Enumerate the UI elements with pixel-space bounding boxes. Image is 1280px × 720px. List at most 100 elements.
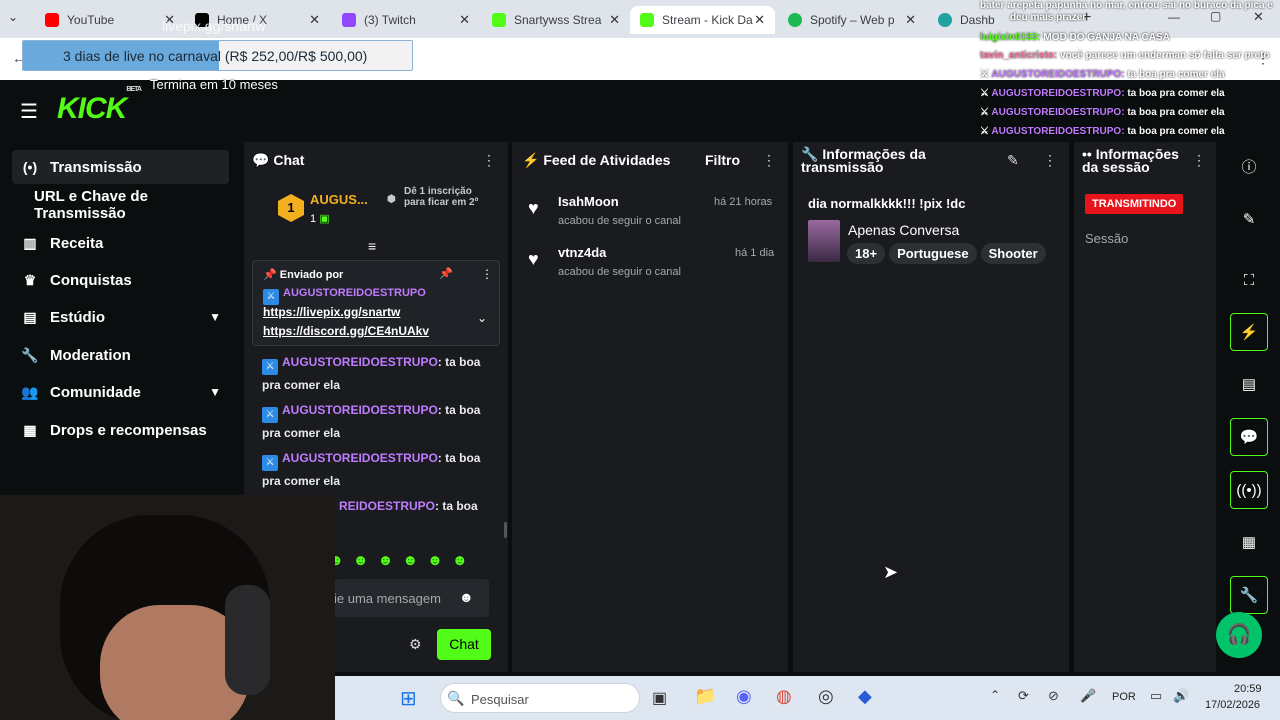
edit-pencil-icon[interactable]: ✎ [1007,152,1019,169]
wrench-icon: 🔧 [21,346,39,363]
nav-comunidade[interactable]: 👥 Comunidade ▼ [12,375,229,409]
chat-settings-gear-icon[interactable]: ⚙ [409,636,422,653]
chevron-down-icon[interactable]: ⌄ [477,311,487,325]
stream-tags: 18+ Portuguese Shooter [847,243,1050,264]
nav-drops[interactable]: ▦ Drops e recompensas [12,413,229,447]
trophy-icon: ♛ [23,271,37,288]
pinned-user[interactable]: ⚔ AUGUSTOREIDOESTRUPO [263,287,426,305]
chat-title: 💬 Chat [252,152,305,168]
support-headset-icon[interactable]: 🎧 [1216,612,1262,658]
chat-input[interactable]: ie uma mensagem ☻ [334,579,489,617]
category-name[interactable]: Apenas Conversa [848,222,959,238]
nav-url-chave[interactable]: URL e Chave de Transmissão [12,188,242,222]
pin-icon[interactable]: 📌 [439,267,453,280]
language-indicator[interactable]: POR [1112,691,1136,703]
session-menu-icon[interactable]: ⋮ [1192,152,1206,169]
chat-message: REIDOESTRUPO: ta boa [339,499,478,513]
windows-start-icon[interactable]: ⊞ [400,686,417,711]
chat-menu-icon[interactable]: ⋮ [482,152,496,169]
overlay-chat-line: bater arepeta papunha no mar, entrou sai… [980,0,1273,11]
chat-message: ⚔ AUGUSTOREIDOESTRUPO: ta boa pra comer e… [262,355,481,392]
obs-icon[interactable]: ◎ [818,686,834,707]
drops-icon: ▦ [23,421,37,438]
tab-twitch[interactable]: (3) Twitch ✕ [332,6,480,34]
discord-icon[interactable]: ◉ [736,686,752,707]
pinned-menu-icon[interactable]: ⋮ [481,267,493,281]
search-placeholder: Pesquisar [471,692,529,707]
close-tab-icon[interactable]: ✕ [905,12,916,28]
nav-estudio[interactable]: ▤ Estúdio ▼ [12,300,229,334]
tab-kick-dashboard[interactable]: Stream - Kick Da ✕ [630,6,775,34]
close-tab-icon[interactable]: ✕ [459,12,470,28]
maximize-button[interactable]: ▢ [1210,9,1221,23]
emoji-icon[interactable]: ☻ [459,589,474,605]
layout-icon[interactable]: ▦ [1230,523,1268,561]
close-tab-icon[interactable]: ✕ [754,12,765,28]
task-view-icon[interactable]: ▣ [652,688,667,708]
overlay-chat-line: tavin_anticristo: você parece um enderma… [980,50,1270,61]
tray-network-icon[interactable]: ⊘ [1048,688,1059,704]
studio-icon: ▤ [23,308,37,325]
broadcast-icon: (•) [22,159,38,175]
feed-filter-button[interactable]: Filtro [705,152,740,168]
close-tab-icon[interactable]: ✕ [309,12,320,28]
kick-icon [640,13,654,27]
feed-title: ⚡ Feed de Atividades [522,152,671,168]
overlay-chat-line: ⚔ AUGUSTOREIDOESTRUPO: ta boa pra comer … [980,88,1225,99]
edit-pencil-icon[interactable]: ✎ [1230,200,1268,238]
app-icon[interactable]: ◆ [858,686,872,707]
livepix-url-overlay: livepix.gg/snartw [162,18,266,34]
overlay-chat-line: deu mais prazer [1010,12,1087,23]
overlay-chat-line: ⚔ AUGUSTOREIDOESTRUPO: ta boa pra comer … [980,69,1225,80]
nav-transmissao[interactable]: (•) Transmissão [12,150,229,184]
info-icon[interactable]: ⓘ [1230,147,1268,185]
nav-moderation[interactable]: 🔧 Moderation [12,338,229,372]
session-info-title: •• Informações da sessão [1082,146,1179,175]
tag: Shooter [980,243,1046,264]
nav-receita[interactable]: ▥ Receita [12,226,229,260]
notes-icon[interactable]: ▤ [1230,365,1268,403]
tray-chevron-up-icon[interactable]: ⌃ [990,688,1000,702]
screenshot-icon[interactable]: ⛶ [1230,261,1268,299]
pinned-link-discord[interactable]: https://discord.gg/CE4nUAkv [263,324,429,338]
tray-mic-icon[interactable]: 🎤 [1080,688,1096,704]
goal-text: 3 dias de live no carnaval (R$ 252,00/R$… [63,48,368,64]
filter-icon[interactable]: ≡ [368,238,376,254]
minimize-button[interactable]: — [1168,10,1180,24]
chat-bubble-icon[interactable]: 💬 [1230,418,1268,456]
sword-badge-icon: ⚔ [262,359,278,375]
stream-title: dia normalkkkk!!! !pix !dc [808,196,966,211]
wrench-icon[interactable]: 🔧 [1230,576,1268,614]
tray-volume-icon[interactable]: 🔊 [1173,688,1189,704]
twitch-icon [342,13,356,27]
feed-menu-icon[interactable]: ⋮ [762,152,776,169]
chat-scrollbar[interactable] [504,522,507,538]
emote-bar[interactable]: ☻☻☻☻☻☻ [328,552,477,569]
send-chat-button[interactable]: Chat [437,629,491,660]
kick-logo[interactable]: KICKBETA [57,86,142,126]
close-window-button[interactable]: ✕ [1253,9,1264,25]
taskbar-search[interactable]: 🔍 Pesquisar [440,683,640,713]
tag: 18+ [847,243,886,264]
stream-info-menu-icon[interactable]: ⋮ [1043,152,1057,169]
chrome-icon[interactable]: ◍ [776,686,792,707]
close-tab-icon[interactable]: ✕ [609,12,620,28]
tab-spotify[interactable]: Spotify – Web p ✕ [778,6,926,34]
tab-search-icon[interactable]: ⌄ [8,10,18,24]
tab-snartywss[interactable]: Snartywss Strea ✕ [482,6,630,34]
nav-conquistas[interactable]: ♛ Conquistas [12,263,229,297]
clock-time[interactable]: 20:59 [1234,683,1262,695]
session-label: Sessão [1085,231,1129,246]
pinned-link-livepix[interactable]: https://livepix.gg/snartw [263,305,400,319]
lightning-icon[interactable]: ⚡ [1230,313,1268,351]
hamburger-menu-icon[interactable]: ☰ [20,99,38,124]
tray-display-icon[interactable]: ▭ [1150,688,1162,704]
tray-sync-icon[interactable]: ⟳ [1018,688,1029,704]
sword-badge-icon: ⚔ [262,455,278,471]
category-thumbnail [808,220,840,262]
clock-date[interactable]: 17/02/2026 [1205,699,1260,711]
overlay-chat-line: ⚔ AUGUSTOREIDOESTRUPO: ta boa pra comer … [980,107,1225,118]
file-explorer-icon[interactable]: 📁 [694,686,716,707]
top-gifter-name[interactable]: AUGUS... [310,192,368,207]
broadcast-icon[interactable]: ((•)) [1230,471,1268,509]
